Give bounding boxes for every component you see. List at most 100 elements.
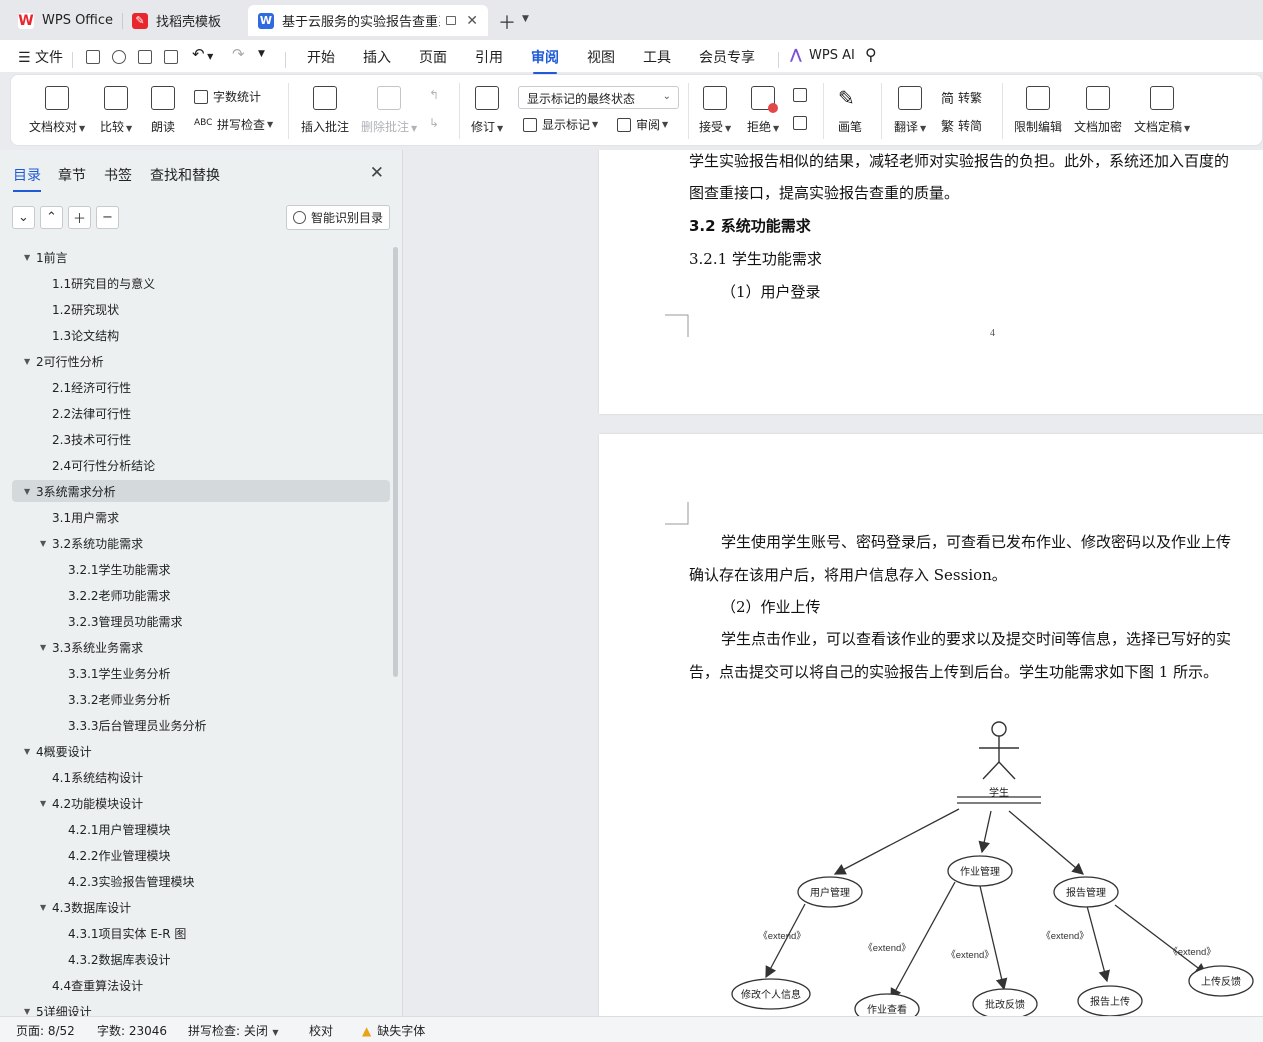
toc-item[interactable]: 3.3.3后台管理员业务分析 xyxy=(12,714,390,736)
heading-3-2-1[interactable]: 3.2.1 学生功能需求 xyxy=(689,248,822,269)
insert-comment-button[interactable]: 插入批注 xyxy=(301,75,349,135)
toc-item[interactable]: 3.2.3管理员功能需求 xyxy=(12,610,390,632)
menu-start[interactable]: 开始 xyxy=(307,47,335,67)
menu-view[interactable]: 视图 xyxy=(587,47,615,67)
spell-check-status[interactable]: 拼写检查: 关闭 ▼ xyxy=(188,1022,279,1039)
prev-comment-icon[interactable]: ↰ xyxy=(429,88,439,102)
to-traditional-button[interactable]: 简转繁 xyxy=(941,88,982,107)
prev-change-icon[interactable] xyxy=(793,88,812,102)
menu-page[interactable]: 页面 xyxy=(419,47,447,67)
toc-item[interactable]: ▼ 4.3数据库设计 xyxy=(12,896,390,918)
toc-item[interactable]: 2.3技术可行性 xyxy=(12,428,390,450)
translate-button[interactable]: 翻译 ▼ xyxy=(894,75,926,135)
encrypt-button[interactable]: 文档加密 xyxy=(1074,75,1122,135)
toc-item[interactable]: 2.1经济可行性 xyxy=(12,376,390,398)
toc-item[interactable]: 3.1用户需求 xyxy=(12,506,390,528)
toc-item[interactable]: 4.4查重算法设计 xyxy=(12,974,390,996)
show-markup-button[interactable]: 显示标记 ▼ xyxy=(523,116,598,133)
expand-triangle-icon[interactable]: ▼ xyxy=(40,903,52,912)
expand-triangle-icon[interactable]: ▼ xyxy=(40,799,52,808)
expand-triangle-icon[interactable]: ▼ xyxy=(24,487,36,496)
proof-status[interactable]: 校对 xyxy=(309,1022,333,1039)
missing-font-status[interactable]: ▲ 缺失字体 xyxy=(362,1022,425,1039)
markup-state-select[interactable]: 显示标记的最终状态 ⌄ xyxy=(518,86,679,109)
delete-comment-button[interactable]: 删除批注 ▼ xyxy=(361,75,417,135)
expand-triangle-icon[interactable]: ▼ xyxy=(24,357,36,366)
close-icon[interactable]: ✕ xyxy=(370,163,384,183)
pen-button[interactable]: ✎ 画笔 xyxy=(838,75,862,135)
chevron-down-icon[interactable]: ▼ xyxy=(522,14,529,24)
use-case-diagram[interactable]: 学生 用户管理 作业管理 报告管理 修改个人信息 作业查看 批改反馈 报告上传 … xyxy=(599,434,1263,1016)
paragraph-line[interactable]: 学生实验报告相似的结果，减轻老师对实验报告的负担。此外，系统还加入百度的 xyxy=(689,150,1229,171)
toc-item[interactable]: 4.2.1用户管理模块 xyxy=(12,818,390,840)
tab-bookmarks[interactable]: 书签 xyxy=(104,165,132,185)
tab-find-replace[interactable]: 查找和替换 xyxy=(150,165,220,185)
undo-icon[interactable]: ↶ ▼ xyxy=(192,45,213,63)
toc-item[interactable]: 4.3.1项目实体 E-R 图 xyxy=(12,922,390,944)
expand-triangle-icon[interactable]: ▼ xyxy=(40,643,52,652)
expand-triangle-icon[interactable]: ▼ xyxy=(40,539,52,548)
word-count[interactable]: 字数: 23046 xyxy=(97,1022,167,1039)
expand-all-button[interactable]: ⌃ xyxy=(40,206,63,229)
menu-tools[interactable]: 工具 xyxy=(643,47,671,67)
compare-button[interactable]: 比较 ▼ xyxy=(100,75,132,135)
new-tab-plus-icon[interactable]: ＋ xyxy=(498,9,516,35)
accept-button[interactable]: 接受 ▼ xyxy=(699,75,731,135)
review-pane-button[interactable]: 审阅 ▼ xyxy=(617,116,668,133)
toc-item[interactable]: ▼ 2可行性分析 xyxy=(12,350,390,372)
next-comment-icon[interactable]: ↳ xyxy=(429,116,439,130)
share-icon[interactable] xyxy=(112,50,126,64)
toc-item[interactable]: 4.2.3实验报告管理模块 xyxy=(12,870,390,892)
close-icon[interactable]: ✕ xyxy=(466,13,478,29)
toc-item[interactable]: ▼ 5详细设计 xyxy=(12,1000,390,1017)
remove-heading-button[interactable]: − xyxy=(96,206,119,229)
read-aloud-button[interactable]: 朗读 xyxy=(151,75,175,135)
toc-item[interactable]: 3.2.2老师功能需求 xyxy=(12,584,390,606)
tab-docer-templates[interactable]: ✎ 找稻壳模板 xyxy=(122,5,244,36)
toc-item[interactable]: 1.3论文结构 xyxy=(12,324,390,346)
toc-item[interactable]: 2.4可行性分析结论 xyxy=(12,454,390,476)
to-simplified-button[interactable]: 繁转简 xyxy=(941,116,982,135)
print-preview-icon[interactable] xyxy=(164,50,178,64)
toc-item[interactable]: ▼ 3.2系统功能需求 xyxy=(12,532,390,554)
doc-proof-button[interactable]: 文档校对 ▼ xyxy=(29,75,85,135)
print-icon[interactable] xyxy=(138,50,152,64)
menu-review[interactable]: 审阅 xyxy=(531,47,559,74)
search-icon[interactable]: ⚲ xyxy=(865,45,877,64)
tab-active-document[interactable]: W 基于云服务的实验报告查重系统 ✕ xyxy=(248,5,488,36)
toc-item[interactable]: ▼ 4.2功能模块设计 xyxy=(12,792,390,814)
toc-item[interactable]: 4.2.2作业管理模块 xyxy=(12,844,390,866)
toc-item[interactable]: 3.3.1学生业务分析 xyxy=(12,662,390,684)
toc-item[interactable]: ▼ 1前言 xyxy=(12,246,390,268)
reject-button[interactable]: 拒绝 ▼ xyxy=(747,75,779,135)
toc-item[interactable]: 3.2.1学生功能需求 xyxy=(12,558,390,580)
collapse-all-button[interactable]: ⌄ xyxy=(12,206,35,229)
toc-item[interactable]: ▼ 4概要设计 xyxy=(12,740,390,762)
file-menu[interactable]: ☰ 文件 xyxy=(18,47,63,67)
add-heading-button[interactable]: ＋ xyxy=(68,206,91,229)
restrict-edit-button[interactable]: 限制编辑 xyxy=(1014,75,1062,135)
toc-item[interactable]: ▼ 3系统需求分析 xyxy=(12,480,390,502)
tab-sections[interactable]: 章节 xyxy=(58,165,86,185)
menu-member[interactable]: 会员专享 xyxy=(699,47,755,67)
spell-check-button[interactable]: ABC 拼写检查 ▼ xyxy=(194,116,273,133)
next-change-icon[interactable] xyxy=(793,116,812,130)
track-changes-button[interactable]: 修订 ▼ xyxy=(471,75,503,135)
toc-scrollbar[interactable] xyxy=(393,247,398,677)
expand-triangle-icon[interactable]: ▼ xyxy=(24,747,36,756)
tab-wps-office[interactable]: W WPS Office xyxy=(8,5,120,36)
toc-item[interactable]: 3.3.2老师业务分析 xyxy=(12,688,390,710)
toc-item[interactable]: 1.2研究现状 xyxy=(12,298,390,320)
expand-triangle-icon[interactable]: ▼ xyxy=(24,253,36,262)
menu-insert[interactable]: 插入 xyxy=(363,47,391,67)
redo-icon[interactable]: ↷ xyxy=(232,45,245,63)
smart-toc-button[interactable]: 智能识别目录 xyxy=(286,205,390,230)
heading-3-2[interactable]: 3.2 系统功能需求 xyxy=(689,215,811,236)
save-icon[interactable] xyxy=(86,50,100,64)
tab-toc[interactable]: 目录 xyxy=(13,165,41,192)
expand-triangle-icon[interactable]: ▼ xyxy=(24,1007,36,1016)
menu-reference[interactable]: 引用 xyxy=(475,47,503,67)
page-indicator[interactable]: 页面: 8/52 xyxy=(16,1022,75,1039)
monitor-icon[interactable] xyxy=(445,16,457,25)
word-count-button[interactable]: 字数统计 xyxy=(194,88,261,105)
